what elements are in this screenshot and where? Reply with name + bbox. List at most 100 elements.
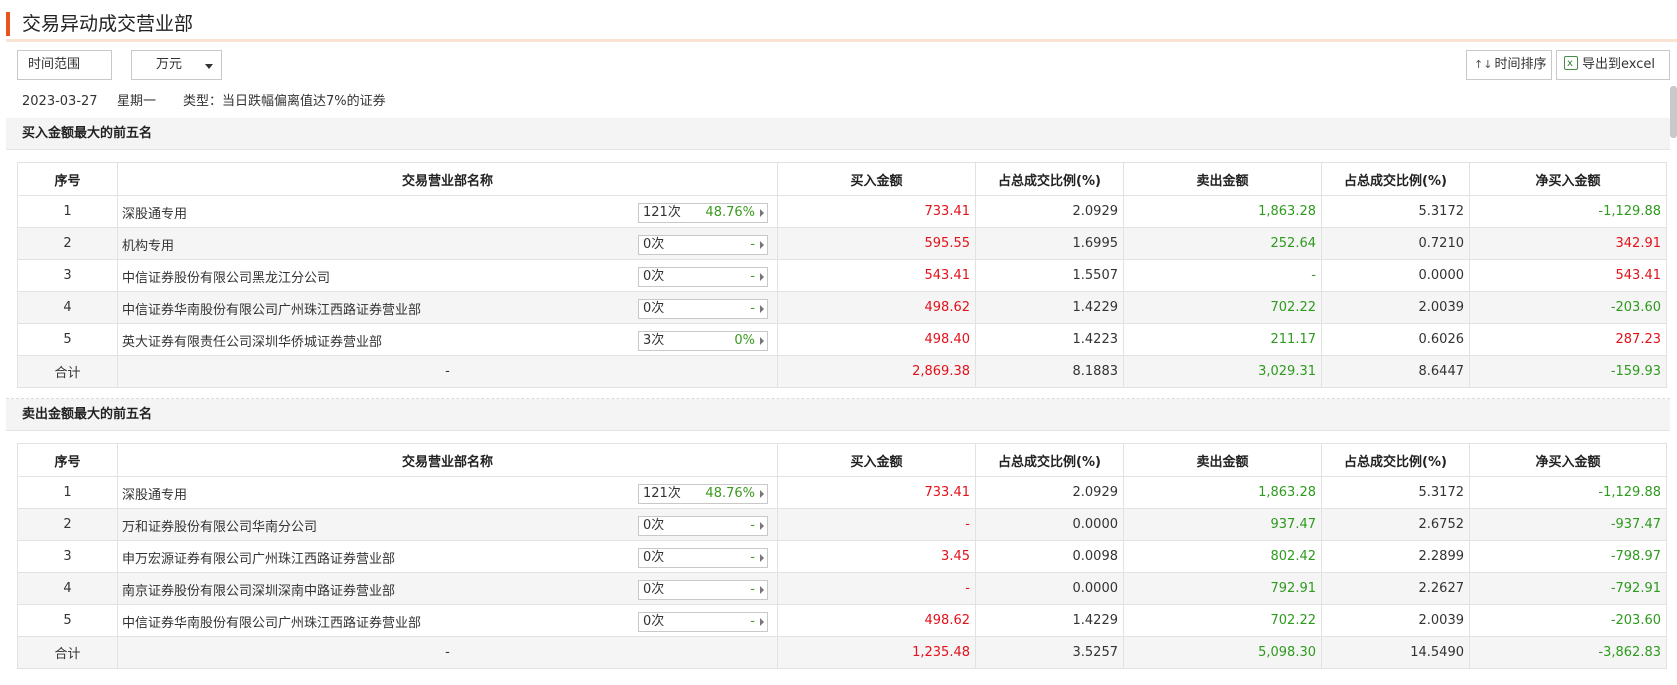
- toolbar: 时间范围 万元 ↑↓时间排序 导出到excel: [0, 44, 1677, 86]
- branch-stats-badge[interactable]: 0次 -: [638, 580, 768, 600]
- branch-name-link[interactable]: 万和证券股份有限公司华南分公司: [122, 516, 317, 535]
- branch-times: 0次: [643, 301, 665, 316]
- row-index: 1: [17, 195, 118, 228]
- total-sell-amount: 3,029.31: [1123, 355, 1322, 388]
- branch-rate: -: [750, 518, 755, 533]
- trade-date: 2023-03-27: [22, 94, 98, 109]
- branch-name-link[interactable]: 中信证券股份有限公司黑龙江分公司: [122, 267, 330, 286]
- table-row[interactable]: 4 南京证券股份有限公司深圳深南中路证券营业部 0次 - -0.0000 792.91 2.…: [17, 572, 1667, 605]
- time-range-button[interactable]: 时间范围: [17, 50, 112, 80]
- net-buy-amount: 543.41: [1469, 259, 1667, 292]
- arrow-right-icon: [760, 209, 764, 217]
- branch-stats-badge[interactable]: 0次 -: [638, 612, 768, 632]
- arrow-right-icon: [760, 554, 764, 562]
- column-header[interactable]: 卖出金额: [1123, 443, 1322, 477]
- table-header-row: 序号 交易营业部名称 买入金额 占总成交比例(%) 卖出金额 占总成交比例(%) 净买入金额: [17, 162, 1667, 196]
- column-header[interactable]: 占总成交比例(%): [975, 443, 1124, 477]
- buy-ratio: 0.0000: [975, 508, 1124, 541]
- total-name: -: [117, 355, 778, 388]
- branch-name-cell: 中信证券华南股份有限公司广州珠江西路证券营业部 0次 -: [117, 604, 778, 637]
- column-header[interactable]: 买入金额: [777, 162, 976, 196]
- buy-amount: 733.41: [777, 195, 976, 228]
- branch-name-link[interactable]: 深股通专用: [122, 484, 187, 503]
- row-index: 1: [17, 476, 118, 509]
- branch-stats-badge[interactable]: 121次 48.76%: [638, 203, 768, 223]
- branch-stats-badge[interactable]: 0次 -: [638, 548, 768, 568]
- sell-amount: 252.64: [1123, 227, 1322, 260]
- row-index: 4: [17, 572, 118, 605]
- column-header[interactable]: 交易营业部名称: [117, 162, 778, 196]
- branch-stats-badge[interactable]: 0次 -: [638, 235, 768, 255]
- section-head-sell: 卖出金额最大的前五名: [6, 399, 1670, 431]
- table-header-row: 序号 交易营业部名称 买入金额 占总成交比例(%) 卖出金额 占总成交比例(%) 净买入金额: [17, 443, 1667, 477]
- branch-rate: -: [750, 582, 755, 597]
- arrow-right-icon: [760, 618, 764, 626]
- column-header[interactable]: 序号: [17, 443, 118, 477]
- column-header[interactable]: 净买入金额: [1469, 443, 1667, 477]
- branch-name-cell: 深股通专用 121次 48.76%: [117, 195, 778, 228]
- trade-type: 类型：当日跌幅偏离值达7%的证券: [183, 94, 386, 109]
- buy-amount: 543.41: [777, 259, 976, 292]
- table-row[interactable]: 1 深股通专用 121次 48.76% 733.41 2.0929 1,863.28 5.31…: [17, 195, 1667, 228]
- title-accent-bar: [6, 12, 10, 36]
- sell-ratio: 0.7210: [1321, 227, 1470, 260]
- branch-times: 0次: [643, 550, 665, 565]
- net-buy-amount: -792.91: [1469, 572, 1667, 605]
- column-header[interactable]: 卖出金额: [1123, 162, 1322, 196]
- time-sort-button[interactable]: ↑↓ 时间排序: [1466, 50, 1552, 80]
- arrow-right-icon: [760, 241, 764, 249]
- branch-rate: 48.76%: [705, 205, 755, 220]
- column-header[interactable]: 买入金额: [777, 443, 976, 477]
- branch-stats-badge[interactable]: 0次 -: [638, 299, 768, 319]
- branch-name-link[interactable]: 深股通专用: [122, 203, 187, 222]
- table-row[interactable]: 5 英大证券有限责任公司深圳华侨城证券营业部 3次 0% 498.40 1.4223 211…: [17, 323, 1667, 356]
- table-row[interactable]: 2 机构专用 0次 - 595.55 1.6995 252.64 0.7210 342.91: [17, 227, 1667, 260]
- buy-ratio: 0.0098: [975, 540, 1124, 573]
- branch-name-link[interactable]: 中信证券华南股份有限公司广州珠江西路证券营业部: [122, 299, 421, 318]
- branch-name-link[interactable]: 申万宏源证券有限公司广州珠江西路证券营业部: [122, 548, 395, 567]
- sell-amount: -: [1123, 259, 1322, 292]
- branch-stats-badge[interactable]: 0次 -: [638, 267, 768, 287]
- table-row[interactable]: 3 申万宏源证券有限公司广州珠江西路证券营业部 0次 - 3.45 0.0098 802.4…: [17, 540, 1667, 573]
- total-label: 合计: [17, 636, 118, 669]
- sell-amount: 1,863.28: [1123, 195, 1322, 228]
- table-row[interactable]: 5 中信证券华南股份有限公司广州珠江西路证券营业部 0次 - 498.62 1.4229 7…: [17, 604, 1667, 637]
- branch-times: 121次: [643, 205, 681, 220]
- column-header[interactable]: 占总成交比例(%): [975, 162, 1124, 196]
- branch-name-link[interactable]: 南京证券股份有限公司深圳深南中路证券营业部: [122, 580, 395, 599]
- buy-amount: 498.62: [777, 604, 976, 637]
- branch-times: 3次: [643, 333, 665, 348]
- column-header[interactable]: 占总成交比例(%): [1321, 162, 1470, 196]
- table-row[interactable]: 4 中信证券华南股份有限公司广州珠江西路证券营业部 0次 - 498.62 1.4229 7…: [17, 291, 1667, 324]
- table-row[interactable]: 3 中信证券股份有限公司黑龙江分公司 0次 -543.41 1.5507-0.0000 5…: [17, 259, 1667, 292]
- branch-name-cell: 南京证券股份有限公司深圳深南中路证券营业部 0次 -: [117, 572, 778, 605]
- scrollbar-thumb[interactable]: [1670, 86, 1677, 138]
- branch-stats-badge[interactable]: 3次 0%: [638, 331, 768, 351]
- export-excel-label: 导出到excel: [1582, 57, 1655, 72]
- column-header[interactable]: 净买入金额: [1469, 162, 1667, 196]
- section-head-buy: 买入金额最大的前五名: [6, 118, 1670, 150]
- branch-stats-badge[interactable]: 121次 48.76%: [638, 484, 768, 504]
- table-row[interactable]: 1 深股通专用 121次 48.76% 733.41 2.0929 1,863.28 5.31…: [17, 476, 1667, 509]
- buy-amount: -: [777, 508, 976, 541]
- branch-name-link[interactable]: 机构专用: [122, 235, 174, 254]
- column-header[interactable]: 交易营业部名称: [117, 443, 778, 477]
- column-header[interactable]: 序号: [17, 162, 118, 196]
- column-header[interactable]: 占总成交比例(%): [1321, 443, 1470, 477]
- branch-name-cell: 机构专用 0次 -: [117, 227, 778, 260]
- buy-ratio: 2.0929: [975, 476, 1124, 509]
- sort-icon: ↑↓: [1474, 58, 1493, 71]
- unit-select[interactable]: 万元: [131, 50, 222, 80]
- total-buy-amount: 1,235.48: [777, 636, 976, 669]
- branch-rate: -: [750, 237, 755, 252]
- branch-name-link[interactable]: 英大证券有限责任公司深圳华侨城证券营业部: [122, 331, 382, 350]
- branch-times: 0次: [643, 518, 665, 533]
- sell-amount: 1,863.28: [1123, 476, 1322, 509]
- net-buy-amount: -798.97: [1469, 540, 1667, 573]
- table-row[interactable]: 2 万和证券股份有限公司华南分公司 0次 - -0.0000 937.47 2.6752 -9…: [17, 508, 1667, 541]
- buy-amount: 595.55: [777, 227, 976, 260]
- branch-name-link[interactable]: 中信证券华南股份有限公司广州珠江西路证券营业部: [122, 612, 421, 631]
- branch-stats-badge[interactable]: 0次 -: [638, 516, 768, 536]
- row-index: 5: [17, 323, 118, 356]
- export-excel-button[interactable]: 导出到excel: [1556, 50, 1670, 80]
